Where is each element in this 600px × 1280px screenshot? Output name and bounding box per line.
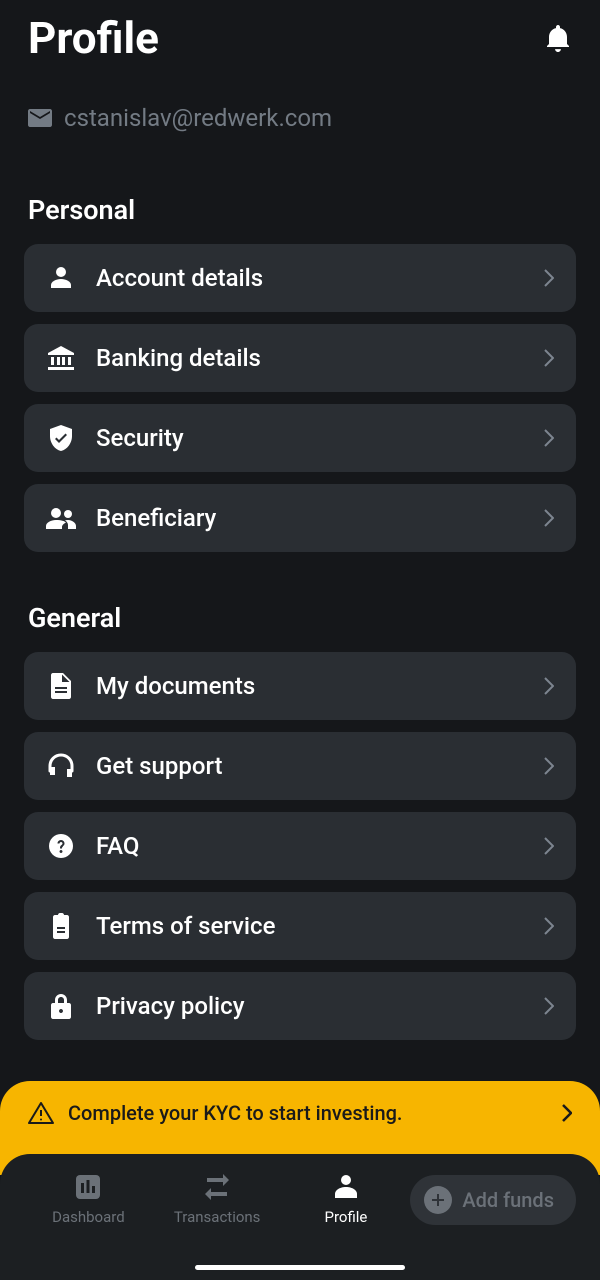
person-icon [50, 266, 72, 290]
item-label: Privacy policy [96, 992, 544, 1020]
item-label: Banking details [96, 344, 544, 372]
chevron-right-icon [544, 429, 554, 447]
help-icon [49, 834, 73, 858]
banner-text: Complete your KYC to start investing. [68, 1101, 548, 1125]
section-title-personal: Personal [24, 194, 576, 226]
item-label: Beneficiary [96, 504, 544, 532]
people-icon [46, 507, 76, 529]
banking-details-item[interactable]: Banking details [24, 324, 576, 392]
add-funds-label: Add funds [462, 1188, 554, 1212]
section-title-general: General [24, 602, 576, 634]
plus-circle-icon [424, 1186, 452, 1214]
page-title: Profile [28, 12, 159, 64]
item-label: Get support [96, 752, 544, 780]
get-support-item[interactable]: Get support [24, 732, 576, 800]
chevron-right-icon [544, 509, 554, 527]
warning-icon [28, 1101, 54, 1125]
chevron-right-icon [544, 349, 554, 367]
nav-label: Profile [325, 1208, 368, 1226]
nav-dashboard[interactable]: Dashboard [24, 1172, 153, 1226]
bank-icon [48, 346, 74, 370]
email-icon [28, 109, 52, 127]
item-label: My documents [96, 672, 544, 700]
chart-icon [74, 1173, 102, 1201]
item-label: Terms of service [96, 912, 544, 940]
shield-icon [50, 425, 72, 451]
clipboard-icon [51, 913, 71, 939]
bell-icon [546, 24, 570, 52]
chevron-right-icon [544, 677, 554, 695]
privacy-policy-item[interactable]: Privacy policy [24, 972, 576, 1040]
item-label: Security [96, 424, 544, 452]
headset-icon [48, 753, 74, 779]
beneficiary-item[interactable]: Beneficiary [24, 484, 576, 552]
my-documents-item[interactable]: My documents [24, 652, 576, 720]
nav-profile[interactable]: Profile [282, 1172, 411, 1226]
document-icon [51, 673, 71, 699]
chevron-right-icon [562, 1104, 572, 1122]
item-label: Account details [96, 264, 544, 292]
chevron-right-icon [544, 917, 554, 935]
chevron-right-icon [544, 757, 554, 775]
nav-transactions[interactable]: Transactions [153, 1172, 282, 1226]
chevron-right-icon [544, 269, 554, 287]
security-item[interactable]: Security [24, 404, 576, 472]
item-label: FAQ [96, 832, 544, 860]
account-details-item[interactable]: Account details [24, 244, 576, 312]
email-row: cstanislav@redwerk.com [0, 72, 600, 144]
nav-label: Dashboard [52, 1208, 125, 1226]
notifications-button[interactable] [544, 24, 572, 52]
person-icon [334, 1174, 358, 1200]
nav-label: Transactions [174, 1208, 261, 1226]
chevron-right-icon [544, 997, 554, 1015]
transfer-icon [203, 1174, 231, 1200]
bottom-nav: Dashboard Transactions Profile Add funds [0, 1154, 600, 1280]
email-text: cstanislav@redwerk.com [64, 104, 332, 132]
faq-item[interactable]: FAQ [24, 812, 576, 880]
lock-icon [51, 993, 71, 1019]
chevron-right-icon [544, 837, 554, 855]
add-funds-button[interactable]: Add funds [410, 1175, 576, 1225]
home-indicator [195, 1265, 405, 1270]
terms-of-service-item[interactable]: Terms of service [24, 892, 576, 960]
